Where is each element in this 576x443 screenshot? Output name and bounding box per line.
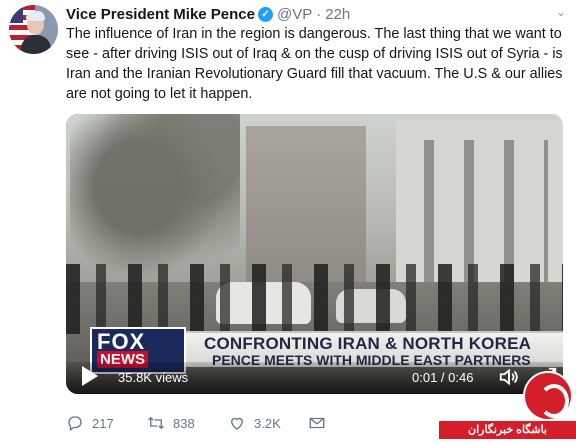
envelope-icon [309, 417, 325, 429]
separator: · [316, 5, 322, 23]
author-name[interactable]: Vice President Mike Pence [66, 6, 255, 23]
like-button[interactable]: 3.2K [228, 414, 281, 432]
retweet-icon [148, 416, 164, 430]
author-handle[interactable]: @VP [277, 6, 312, 23]
timestamp[interactable]: 22h [325, 6, 350, 23]
reply-icon [68, 416, 82, 432]
chevron-down-icon[interactable]: ⌄ [556, 5, 566, 19]
like-count: 3.2K [254, 415, 281, 431]
verified-badge-icon: ✓ [258, 6, 273, 22]
chyron-headline: CONFRONTING IRAN & NORTH KOREA [204, 334, 532, 353]
video-player[interactable]: CONFRONTING IRAN & NORTH KOREA PENCE MEE… [66, 114, 563, 394]
play-icon[interactable] [82, 366, 98, 386]
retweet-count: 838 [173, 415, 195, 431]
reply-count: 217 [92, 415, 114, 431]
direct-message-button[interactable] [308, 414, 326, 432]
tweet-header: Vice President Mike Pence ✓ @VP · 22h [66, 4, 350, 24]
agency-name: باشگاه خبرنگاران [439, 421, 576, 439]
tweet-card: Vice President Mike Pence ✓ @VP · 22h ⌄ … [0, 0, 576, 443]
video-frame-crowd [66, 264, 563, 334]
view-count: 35.8K views [118, 370, 189, 385]
retweet-button[interactable]: 838 [147, 414, 195, 432]
tweet-text: The influence of Iran in the region is d… [66, 26, 563, 102]
reply-button[interactable]: 217 [66, 414, 114, 432]
agency-watermark: باشگاه خبرنگاران [435, 371, 576, 443]
heart-icon [231, 417, 243, 430]
avatar[interactable] [9, 5, 58, 54]
agency-logo-icon [523, 371, 573, 421]
news-chyron: CONFRONTING IRAN & NORTH KOREA PENCE MEE… [66, 327, 563, 374]
